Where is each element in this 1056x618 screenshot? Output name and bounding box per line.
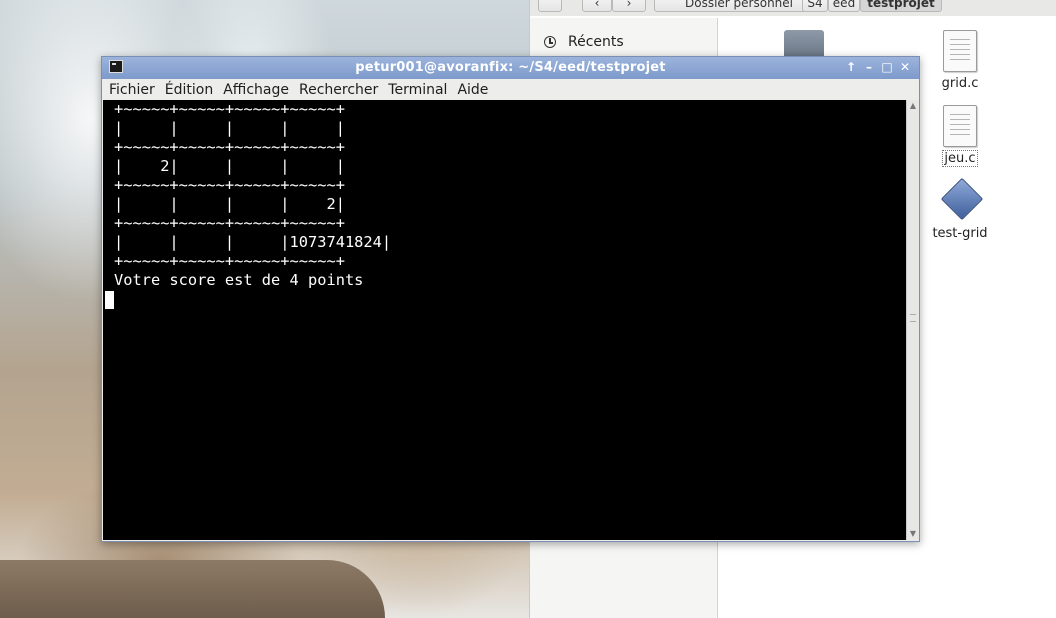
menu-bar: Fichier Édition Affichage Rechercher Ter… bbox=[102, 79, 919, 100]
menu-edition[interactable]: Édition bbox=[165, 82, 223, 98]
scrollbar-grip[interactable] bbox=[910, 314, 916, 322]
terminal-output: +~~~~~+~~~~~+~~~~~+~~~~~+ | | | | | +~~~… bbox=[114, 100, 392, 289]
path-button-testprojet[interactable]: testprojet bbox=[860, 0, 942, 12]
always-on-top-icon[interactable]: ↑ bbox=[844, 60, 858, 74]
menu-terminal[interactable]: Terminal bbox=[388, 82, 457, 98]
clock-icon bbox=[544, 36, 556, 48]
minimize-icon[interactable]: – bbox=[862, 60, 876, 74]
c-source-file-icon bbox=[943, 105, 977, 147]
menu-rechercher[interactable]: Rechercher bbox=[299, 82, 388, 98]
menu-fichier[interactable]: Fichier bbox=[109, 82, 165, 98]
window-title: petur001@avoranfix: ~/S4/eed/testprojet bbox=[355, 60, 666, 75]
back-button[interactable]: ‹ bbox=[582, 0, 612, 12]
sidebar-item-label: Récents bbox=[568, 34, 624, 50]
menu-affichage[interactable]: Affichage bbox=[223, 82, 299, 98]
folder-icon[interactable] bbox=[784, 30, 824, 56]
file-name: jeu.c bbox=[942, 150, 978, 167]
menu-aide[interactable]: Aide bbox=[457, 82, 498, 98]
file-item-grid-c[interactable]: grid.c bbox=[925, 30, 995, 91]
file-manager-toolbar: ‹ › Dossier personnel S4 eed testprojet bbox=[530, 0, 1056, 16]
file-manager-menu-icon[interactable] bbox=[538, 0, 562, 12]
maximize-icon[interactable]: □ bbox=[880, 60, 894, 74]
title-bar[interactable]: petur001@avoranfix: ~/S4/eed/testprojet … bbox=[102, 57, 919, 79]
terminal-window[interactable]: petur001@avoranfix: ~/S4/eed/testprojet … bbox=[101, 56, 920, 542]
scroll-down-arrow-icon[interactable]: ▼ bbox=[907, 528, 919, 540]
executable-icon bbox=[939, 177, 984, 222]
path-button-home[interactable]: Dossier personnel bbox=[654, 0, 824, 12]
sidebar-item-recents[interactable]: Récents bbox=[544, 32, 624, 52]
terminal-output-area[interactable]: +~~~~~+~~~~~+~~~~~+~~~~~+ | | | | | +~~~… bbox=[103, 100, 906, 540]
scroll-up-arrow-icon[interactable]: ▲ bbox=[907, 100, 919, 112]
file-name: grid.c bbox=[941, 76, 979, 91]
file-item-test-grid[interactable]: test-grid bbox=[925, 177, 995, 241]
text-cursor bbox=[105, 291, 114, 309]
close-icon[interactable]: ✕ bbox=[898, 60, 912, 74]
path-button-s4[interactable]: S4 bbox=[802, 0, 828, 12]
vertical-scrollbar[interactable]: ▲ ▼ bbox=[906, 100, 919, 540]
file-name: test-grid bbox=[932, 226, 988, 241]
path-button-eed[interactable]: eed bbox=[828, 0, 860, 12]
forward-button[interactable]: › bbox=[612, 0, 646, 12]
c-source-file-icon bbox=[943, 30, 977, 72]
wallpaper-rock bbox=[0, 560, 385, 618]
file-item-jeu-c[interactable]: jeu.c bbox=[925, 105, 995, 167]
